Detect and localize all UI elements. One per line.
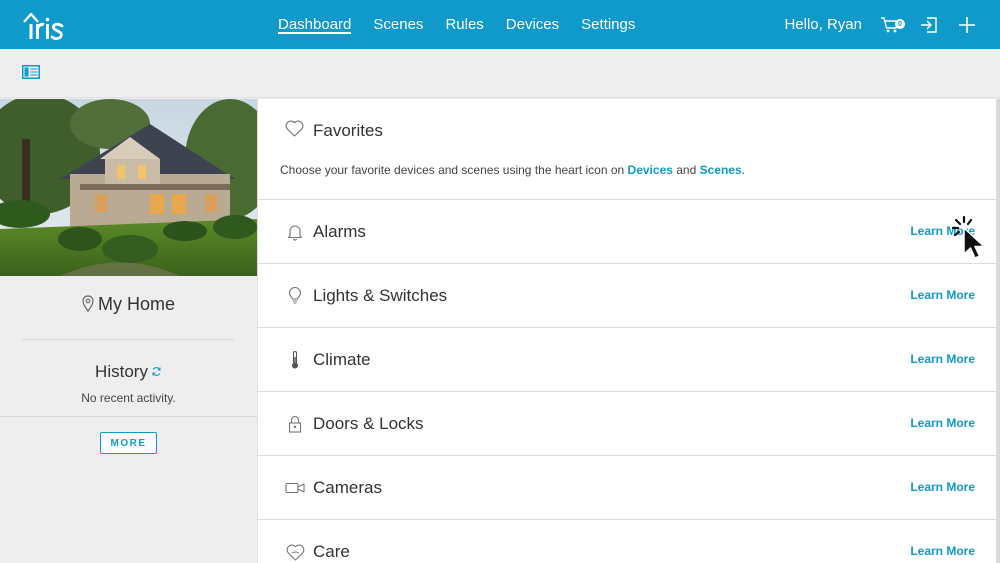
favorites-desc-prefix: Choose your favorite devices and scenes … xyxy=(280,163,628,177)
alarms-label: Alarms xyxy=(313,222,366,241)
lightbulb-icon xyxy=(285,286,305,306)
favorites-desc-suffix: . xyxy=(741,163,745,177)
cameras-label: Cameras xyxy=(313,478,382,497)
lights-switches-card[interactable]: Lights & Switches Learn More xyxy=(258,264,998,328)
lock-icon xyxy=(285,414,305,434)
doors-learn-more-link[interactable]: Learn More xyxy=(910,416,975,430)
bell-icon xyxy=(285,222,305,242)
divider xyxy=(22,339,234,340)
lights-learn-more-link[interactable]: Learn More xyxy=(910,288,975,302)
nav-rules[interactable]: Rules xyxy=(445,0,483,49)
doors-locks-card[interactable]: Doors & Locks Learn More xyxy=(258,392,998,456)
nav-dashboard[interactable]: Dashboard xyxy=(278,0,352,49)
main-nav: Dashboard Scenes Rules Devices Settings xyxy=(278,0,657,49)
favorites-title: Favorites xyxy=(313,121,383,140)
thermometer-icon xyxy=(285,350,305,370)
place-name: My Home xyxy=(97,294,175,314)
sidebar-toggle-icon[interactable] xyxy=(22,65,40,84)
care-label: Care xyxy=(313,542,350,561)
scenes-link[interactable]: Scenes xyxy=(700,163,742,177)
top-navigation-bar: Dashboard Scenes Rules Devices Settings … xyxy=(0,0,1000,49)
user-greeting: Hello, Ryan xyxy=(784,16,862,33)
lights-switches-label: Lights & Switches xyxy=(313,286,448,305)
dashboard-cards: Favorites Choose your favorite devices a… xyxy=(257,99,998,563)
more-button[interactable]: MORE xyxy=(100,432,157,454)
climate-card[interactable]: Climate Learn More xyxy=(258,328,998,392)
care-learn-more-link[interactable]: Learn More xyxy=(910,544,975,558)
iris-logo[interactable] xyxy=(22,8,66,42)
top-right-controls: Hello, Ryan 0 xyxy=(784,0,1000,49)
plus-icon[interactable] xyxy=(952,0,982,49)
camera-icon xyxy=(285,478,305,498)
cameras-learn-more-link[interactable]: Learn More xyxy=(910,480,975,494)
cart-icon[interactable]: 0 xyxy=(876,0,906,49)
cameras-card[interactable]: Cameras Learn More xyxy=(258,456,998,520)
alarms-card[interactable]: Alarms Learn More xyxy=(258,200,998,264)
nav-settings[interactable]: Settings xyxy=(581,0,635,49)
location-pin-icon xyxy=(82,295,94,317)
climate-label: Climate xyxy=(313,350,371,369)
history-title: History xyxy=(95,362,148,381)
refresh-icon[interactable] xyxy=(151,362,162,382)
divider xyxy=(0,416,257,417)
place-title[interactable]: My Home xyxy=(0,294,257,317)
devices-link[interactable]: Devices xyxy=(628,163,673,177)
left-panel: My Home History No recent activity. MORE xyxy=(0,99,257,563)
doors-locks-label: Doors & Locks xyxy=(313,414,424,433)
care-card[interactable]: Care Learn More xyxy=(258,520,998,563)
home-photo xyxy=(0,99,257,276)
nav-scenes[interactable]: Scenes xyxy=(373,0,423,49)
favorites-desc-and: and xyxy=(672,163,700,177)
history-empty-text: No recent activity. xyxy=(81,391,176,405)
alarms-learn-more-link[interactable]: Learn More xyxy=(910,224,975,238)
heart-icon xyxy=(285,120,304,142)
nav-devices[interactable]: Devices xyxy=(506,0,559,49)
favorites-description: Choose your favorite devices and scenes … xyxy=(280,163,745,177)
exit-icon[interactable] xyxy=(914,0,944,49)
climate-learn-more-link[interactable]: Learn More xyxy=(910,352,975,366)
secondary-toolbar xyxy=(0,49,1000,98)
favorites-card: Favorites Choose your favorite devices a… xyxy=(258,99,998,200)
cart-count-badge: 0 xyxy=(895,19,905,29)
history-header: History xyxy=(0,362,257,382)
heart-hand-icon xyxy=(285,542,305,562)
